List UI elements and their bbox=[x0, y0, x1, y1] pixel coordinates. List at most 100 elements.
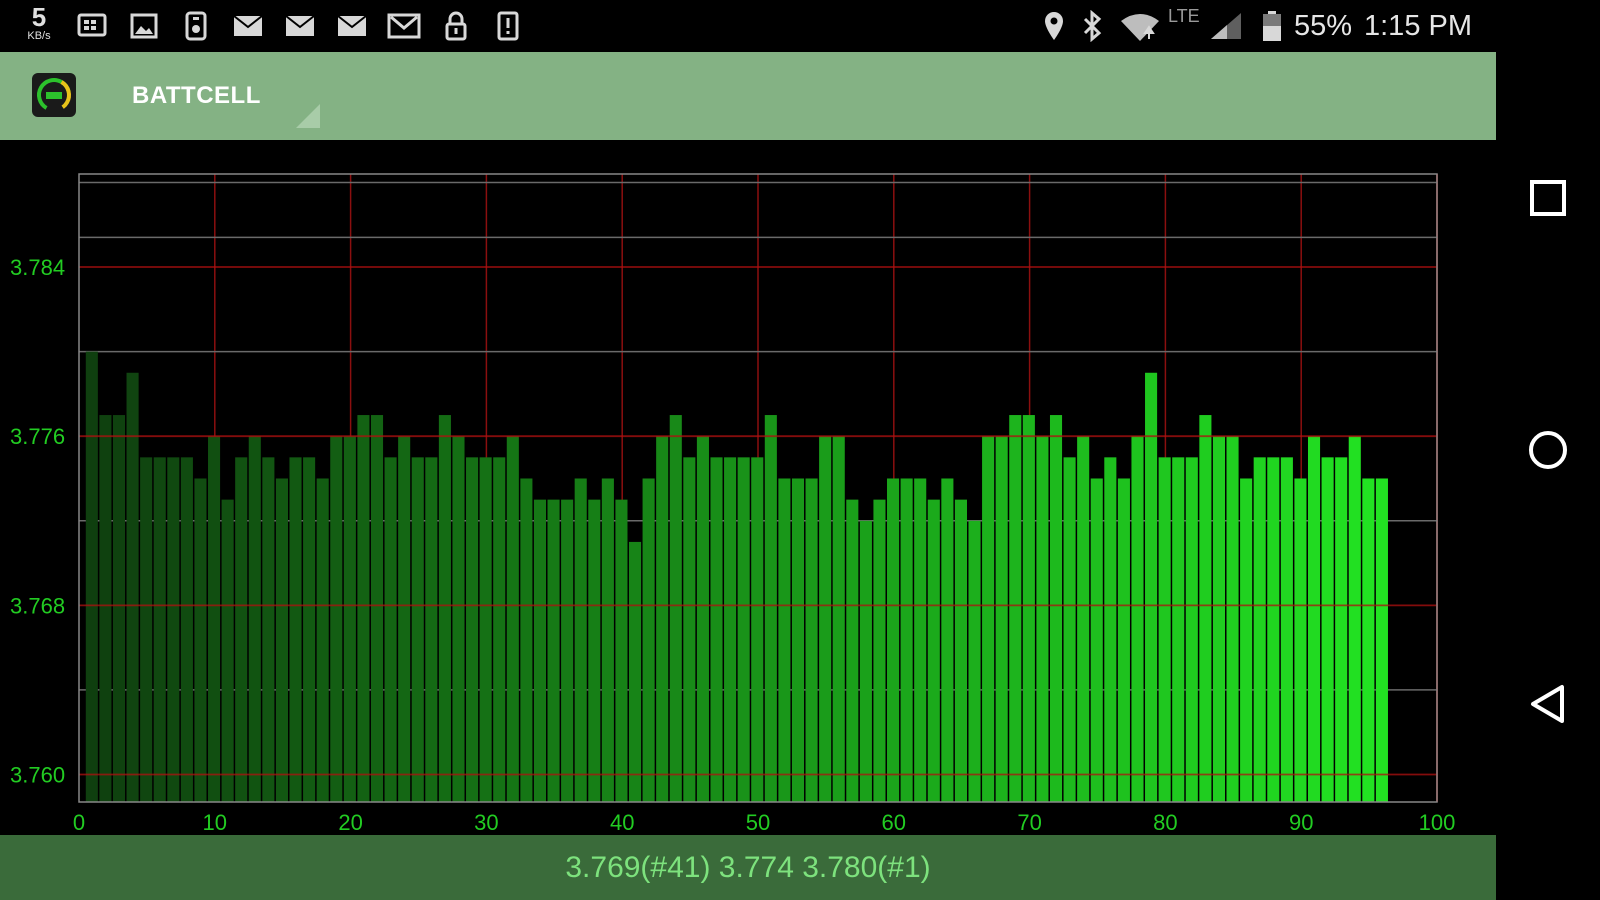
battery-percent: 55% bbox=[1294, 10, 1353, 42]
home-icon[interactable] bbox=[1528, 430, 1568, 470]
bar bbox=[656, 436, 669, 802]
y-tick-label: 3.784 bbox=[10, 255, 65, 280]
mail-icon bbox=[230, 10, 266, 42]
bar bbox=[669, 415, 682, 802]
bar bbox=[1321, 457, 1334, 802]
bar bbox=[1375, 478, 1388, 802]
bar bbox=[982, 436, 995, 802]
x-tick-label: 50 bbox=[746, 810, 770, 835]
bar bbox=[764, 415, 777, 802]
bar bbox=[357, 415, 370, 802]
bar bbox=[1145, 372, 1158, 802]
bluetooth-icon bbox=[1074, 10, 1110, 42]
bar bbox=[221, 499, 234, 802]
bar bbox=[194, 478, 207, 802]
x-tick-label: 0 bbox=[73, 810, 85, 835]
bar bbox=[995, 436, 1008, 802]
bar bbox=[1158, 457, 1171, 802]
net-speed-value: 5 bbox=[31, 2, 47, 32]
bar bbox=[438, 415, 451, 802]
bar bbox=[778, 478, 791, 802]
bar bbox=[153, 457, 166, 802]
bar bbox=[887, 478, 900, 802]
bar bbox=[1022, 415, 1035, 802]
bar bbox=[642, 478, 655, 802]
bar bbox=[805, 478, 818, 802]
recent-apps-icon[interactable] bbox=[1528, 178, 1568, 218]
bar bbox=[370, 415, 384, 802]
bar bbox=[846, 499, 859, 802]
bar bbox=[710, 457, 723, 802]
x-tick-label: 20 bbox=[338, 810, 362, 835]
bar bbox=[180, 457, 193, 802]
bar bbox=[248, 436, 261, 802]
bar bbox=[289, 457, 302, 802]
bar bbox=[696, 436, 709, 802]
x-axis-labels: 0 10 20 30 40 50 60 70 80 90 100 bbox=[73, 810, 1455, 835]
bar bbox=[1212, 436, 1226, 802]
bar bbox=[927, 499, 940, 802]
bar bbox=[941, 478, 954, 802]
bar bbox=[601, 478, 614, 802]
bar bbox=[343, 436, 356, 802]
bar bbox=[533, 499, 547, 802]
bar bbox=[330, 436, 343, 802]
bar bbox=[316, 478, 329, 802]
app-logo-icon[interactable] bbox=[32, 73, 76, 117]
bar bbox=[1104, 457, 1117, 802]
bar bbox=[1036, 436, 1049, 802]
bar bbox=[547, 499, 560, 802]
bar bbox=[628, 541, 642, 802]
x-tick-label: 90 bbox=[1289, 810, 1313, 835]
clock: 1:15 PM bbox=[1364, 10, 1472, 42]
bar bbox=[724, 457, 737, 802]
bar bbox=[275, 478, 288, 802]
bar bbox=[208, 436, 221, 802]
y-tick-label: 3.760 bbox=[10, 763, 65, 788]
bar bbox=[99, 415, 112, 802]
x-tick-label: 40 bbox=[610, 810, 634, 835]
bar bbox=[737, 457, 750, 802]
bar bbox=[520, 478, 533, 802]
bar bbox=[1009, 415, 1022, 802]
device-icon bbox=[178, 10, 214, 42]
bar bbox=[398, 436, 411, 802]
bar bbox=[873, 499, 886, 802]
bar bbox=[751, 457, 764, 802]
summary-text: 3.769(#41) 3.774 3.780(#1) bbox=[565, 850, 931, 884]
lock-icon bbox=[438, 10, 474, 42]
y-axis-labels: 3.760 3.768 3.776 3.784 bbox=[10, 255, 65, 787]
grid-icon bbox=[74, 10, 110, 42]
wifi-icon bbox=[1118, 10, 1162, 42]
y-tick-label: 3.776 bbox=[10, 424, 65, 449]
x-tick-label: 70 bbox=[1017, 810, 1041, 835]
bar bbox=[1240, 478, 1253, 802]
app-title[interactable]: BATTCELL bbox=[132, 82, 261, 110]
bar bbox=[914, 478, 927, 802]
mail-icon bbox=[282, 10, 318, 42]
bar bbox=[126, 372, 139, 802]
bar bbox=[493, 457, 506, 802]
bar bbox=[1307, 436, 1321, 802]
bar bbox=[262, 457, 275, 802]
bar bbox=[832, 436, 845, 802]
battery-icon bbox=[1254, 10, 1290, 42]
bar bbox=[1226, 436, 1239, 802]
navigation-bar bbox=[1496, 0, 1600, 900]
bar bbox=[954, 499, 967, 802]
gmail-icon bbox=[386, 10, 422, 42]
bar bbox=[1253, 457, 1266, 802]
x-tick-label: 80 bbox=[1153, 810, 1177, 835]
title-dropdown-indicator[interactable] bbox=[296, 104, 320, 128]
bar bbox=[303, 457, 316, 802]
bar bbox=[574, 478, 587, 802]
back-icon[interactable] bbox=[1528, 684, 1568, 724]
bar bbox=[411, 457, 424, 802]
action-bar: BATTCELL bbox=[0, 52, 1496, 140]
x-tick-label: 30 bbox=[474, 810, 498, 835]
bar bbox=[1077, 436, 1090, 802]
bar bbox=[791, 478, 805, 802]
bar bbox=[561, 499, 574, 802]
bar bbox=[1131, 436, 1144, 802]
bar bbox=[1267, 457, 1280, 802]
